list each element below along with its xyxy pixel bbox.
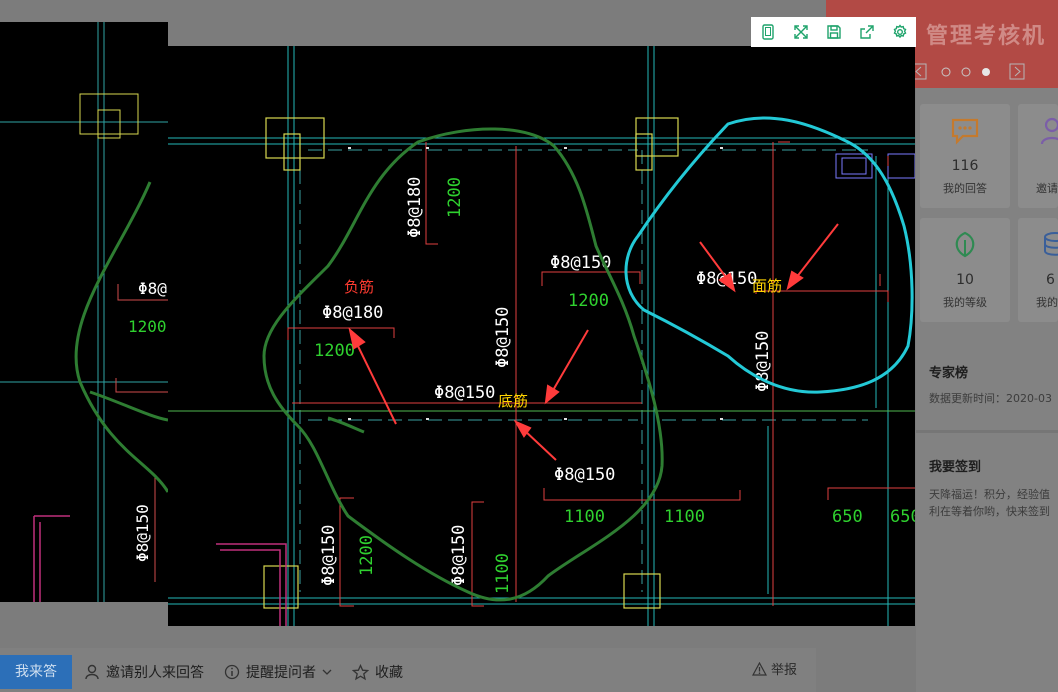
remind-button[interactable]: 提醒提问者 — [224, 662, 332, 682]
dimension-label: 1200 — [568, 291, 609, 311]
image-viewer[interactable]: Φ8@180 Φ8@180 Φ8@150 Φ8@150 Φ8@150 Φ8@15… — [168, 46, 915, 626]
collect-label: 收藏 — [375, 665, 403, 681]
negative-bar-label: 负筋 — [344, 278, 374, 296]
expand-icon — [793, 25, 808, 39]
chevron-down-icon — [322, 669, 332, 675]
gear-icon — [893, 24, 906, 39]
dimension-label: 1100 — [493, 553, 513, 594]
experts-updated: 数据更新时间：2020-03 — [929, 392, 1052, 405]
bottom-bar-label: 底筋 — [498, 392, 528, 410]
coins-icon — [1044, 232, 1058, 256]
chat-icon — [951, 118, 979, 145]
save-button[interactable] — [817, 17, 850, 47]
fullscreen-button[interactable] — [784, 17, 817, 47]
rebar-label: Φ8@150 — [493, 307, 513, 368]
rebar-label: Φ8@150 — [449, 525, 469, 586]
banner-text: 管理考核机 — [926, 24, 1047, 49]
stat-card-coins[interactable]: 6 我的 — [1018, 218, 1058, 322]
checkin-text: 利在等着你哟，快来签到 — [929, 505, 1050, 518]
bg-rebar-label: Φ8@180 — [138, 279, 168, 298]
settings-button[interactable] — [883, 17, 916, 47]
carousel-dot-active[interactable] — [982, 68, 990, 76]
stat-label: 我的等级 — [943, 296, 987, 309]
dimension-label: 1100 — [564, 507, 605, 527]
next-arrow-icon[interactable] — [1009, 63, 1025, 80]
cad-drawing: Φ8@180 Φ8@180 Φ8@150 Φ8@150 Φ8@150 Φ8@15… — [168, 46, 915, 626]
viewer-toolbar — [751, 17, 916, 47]
dimension-label: 650 — [832, 507, 863, 527]
bg-dim-label: 1200 — [128, 317, 167, 336]
invite-label: 邀请别人来回答 — [106, 665, 204, 681]
phone-view-button[interactable] — [751, 17, 784, 47]
carousel-dot[interactable] — [961, 67, 971, 77]
experts-title[interactable]: 专家榜 — [929, 362, 968, 381]
top-bar-label: 面筋 — [752, 277, 782, 295]
invite-button[interactable]: 邀请别人来回答 — [84, 662, 204, 682]
share-button[interactable] — [850, 17, 883, 47]
dimension-label: 1100 — [664, 507, 705, 527]
dimension-label: 650 — [890, 507, 915, 527]
info-icon — [224, 664, 240, 680]
stat-card-invite[interactable]: 邀请 — [1018, 104, 1058, 208]
user-icon — [1040, 117, 1058, 145]
checkin-title[interactable]: 我要签到 — [929, 456, 981, 475]
section-divider — [916, 430, 1058, 433]
carousel-dot[interactable] — [941, 67, 951, 77]
bg-rebar-label: Φ8@150 — [133, 504, 152, 562]
stat-label: 我的回答 — [943, 182, 987, 195]
checkin-section: 我要签到 天降福运！积分，经验值 利在等着你哟，快来签到 — [916, 436, 1058, 554]
rebar-label: Φ8@150 — [554, 465, 615, 485]
dimension-label: 1200 — [357, 535, 377, 576]
answer-button[interactable]: 我来答 — [0, 655, 72, 689]
stat-label: 我的 — [1036, 296, 1058, 309]
star-icon — [352, 663, 369, 680]
stat-label: 邀请 — [1036, 182, 1058, 195]
rebar-label: Φ8@180 — [322, 303, 383, 323]
dimension-label: 1200 — [445, 177, 465, 218]
rebar-label: Φ8@180 — [405, 177, 425, 238]
stat-value: 116 — [951, 158, 979, 174]
report-button[interactable]: 举报 — [752, 659, 797, 678]
background-drawing: Φ8@180 1200 Φ8@150 — [0, 22, 168, 602]
stat-card-level[interactable]: 10 我的等级 — [920, 218, 1010, 322]
report-label: 举报 — [771, 663, 798, 678]
remind-label: 提醒提问者 — [246, 665, 316, 681]
stat-value: 10 — [956, 272, 974, 288]
carousel-controls — [911, 62, 1032, 82]
rebar-label: Φ8@150 — [319, 525, 339, 586]
stat-value: 6 — [1046, 272, 1055, 288]
share-icon — [859, 25, 874, 39]
leaf-icon — [955, 231, 975, 258]
mobile-icon — [761, 24, 774, 40]
rebar-label: Φ8@150 — [434, 383, 495, 403]
stat-card-answers[interactable]: 116 我的回答 — [920, 104, 1010, 208]
warning-icon — [752, 661, 767, 676]
save-icon — [826, 25, 841, 39]
dimension-label: 1200 — [314, 341, 355, 361]
checkin-text: 天降福运！积分，经验值 — [929, 488, 1050, 501]
experts-section: 专家榜 数据更新时间：2020-03 — [916, 342, 1058, 428]
user-icon — [85, 664, 99, 680]
collect-button[interactable]: 收藏 — [352, 662, 403, 682]
